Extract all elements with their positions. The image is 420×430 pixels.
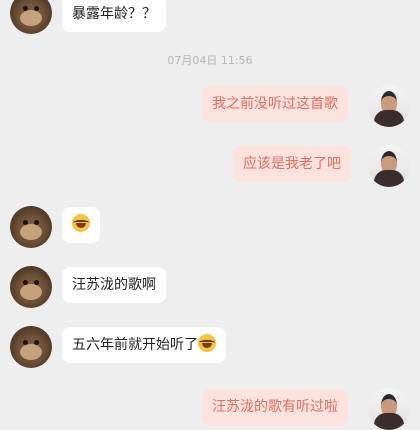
message-bubble[interactable]: 暴露年龄？？ xyxy=(62,0,166,32)
message-text: 暴露年龄？？ xyxy=(72,6,156,22)
contact-avatar[interactable] xyxy=(10,326,52,368)
message-bubble[interactable]: 五六年前就开始听了 xyxy=(62,327,226,363)
user-avatar[interactable] xyxy=(368,85,410,127)
message-text: 我之前没听过这首歌 xyxy=(212,96,338,112)
message-text: 汪苏泷的歌有听过啦 xyxy=(212,399,338,415)
message-text: 汪苏泷的歌啊 xyxy=(72,277,156,293)
laughing-tears-icon xyxy=(198,334,216,352)
message-bubble[interactable]: 应该是我老了吧 xyxy=(233,146,351,182)
laughing-tears-icon xyxy=(72,214,90,232)
message-text: 五六年前就开始听了 xyxy=(72,337,198,353)
contact-avatar[interactable] xyxy=(10,0,52,34)
contact-avatar[interactable] xyxy=(10,266,52,308)
user-avatar[interactable] xyxy=(368,388,410,430)
message-text: 应该是我老了吧 xyxy=(243,156,341,172)
timestamp: 07月04日 11:56 xyxy=(167,54,253,67)
user-avatar[interactable] xyxy=(368,145,410,187)
message-bubble[interactable]: 我之前没听过这首歌 xyxy=(202,86,348,122)
message-bubble[interactable] xyxy=(62,207,100,243)
message-bubble[interactable]: 汪苏泷的歌啊 xyxy=(62,267,166,303)
contact-avatar[interactable] xyxy=(10,206,52,248)
